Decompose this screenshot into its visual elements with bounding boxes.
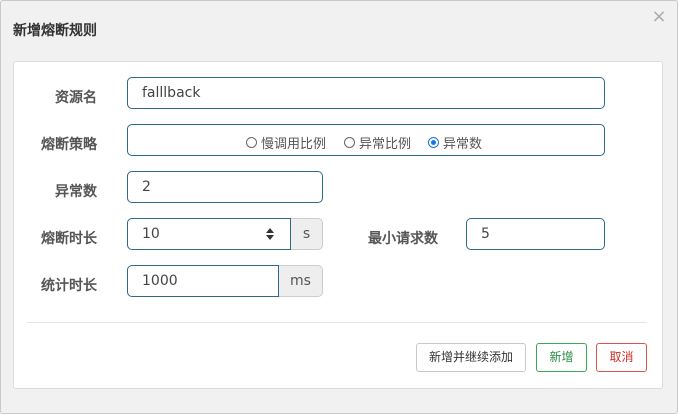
form-panel: 资源名 falllback 熔断策略 慢调用比例 异常比例 异常数 异常数 2 … [13, 61, 663, 389]
break-duration-unit: s [291, 218, 323, 250]
stat-duration-unit: ms [279, 265, 323, 297]
strategy-option-label: 异常比例 [359, 137, 412, 152]
break-duration-value: 10 [142, 226, 160, 242]
radio-checked-icon [428, 137, 439, 148]
strategy-label: 熔断策略 [41, 137, 97, 153]
stat-duration-label: 统计时长 [41, 278, 97, 294]
strategy-radio-group: 慢调用比例 异常比例 异常数 [127, 124, 605, 156]
strategy-option-error-count[interactable]: 异常数 [428, 133, 482, 152]
strategy-option-slow-ratio[interactable]: 慢调用比例 [246, 133, 326, 152]
strategy-option-label: 慢调用比例 [261, 137, 327, 152]
add-button[interactable]: 新增 [536, 343, 587, 372]
resource-name-input[interactable]: falllback [127, 77, 605, 109]
strategy-option-error-ratio[interactable]: 异常比例 [344, 133, 411, 152]
stat-duration-input[interactable]: 1000 [127, 265, 279, 297]
close-icon[interactable]: × [651, 8, 667, 26]
add-and-continue-button[interactable]: 新增并继续添加 [416, 343, 526, 372]
new-circuit-breaker-dialog: 新增熔断规则 × 资源名 falllback 熔断策略 慢调用比例 异常比例 异… [0, 0, 678, 414]
spinner-icon[interactable] [264, 226, 276, 242]
dialog-title: 新增熔断规则 [13, 23, 97, 39]
cancel-button[interactable]: 取消 [596, 343, 647, 372]
min-request-label: 最小请求数 [368, 231, 438, 247]
exception-count-label: 异常数 [55, 184, 97, 200]
min-request-input[interactable]: 5 [466, 218, 605, 250]
footer-divider [27, 322, 647, 323]
break-duration-label: 熔断时长 [41, 231, 97, 247]
resource-name-label: 资源名 [55, 90, 97, 106]
radio-unchecked-icon [344, 137, 355, 148]
strategy-option-label: 异常数 [443, 137, 483, 152]
radio-unchecked-icon [246, 137, 257, 148]
exception-count-input[interactable]: 2 [127, 171, 323, 203]
